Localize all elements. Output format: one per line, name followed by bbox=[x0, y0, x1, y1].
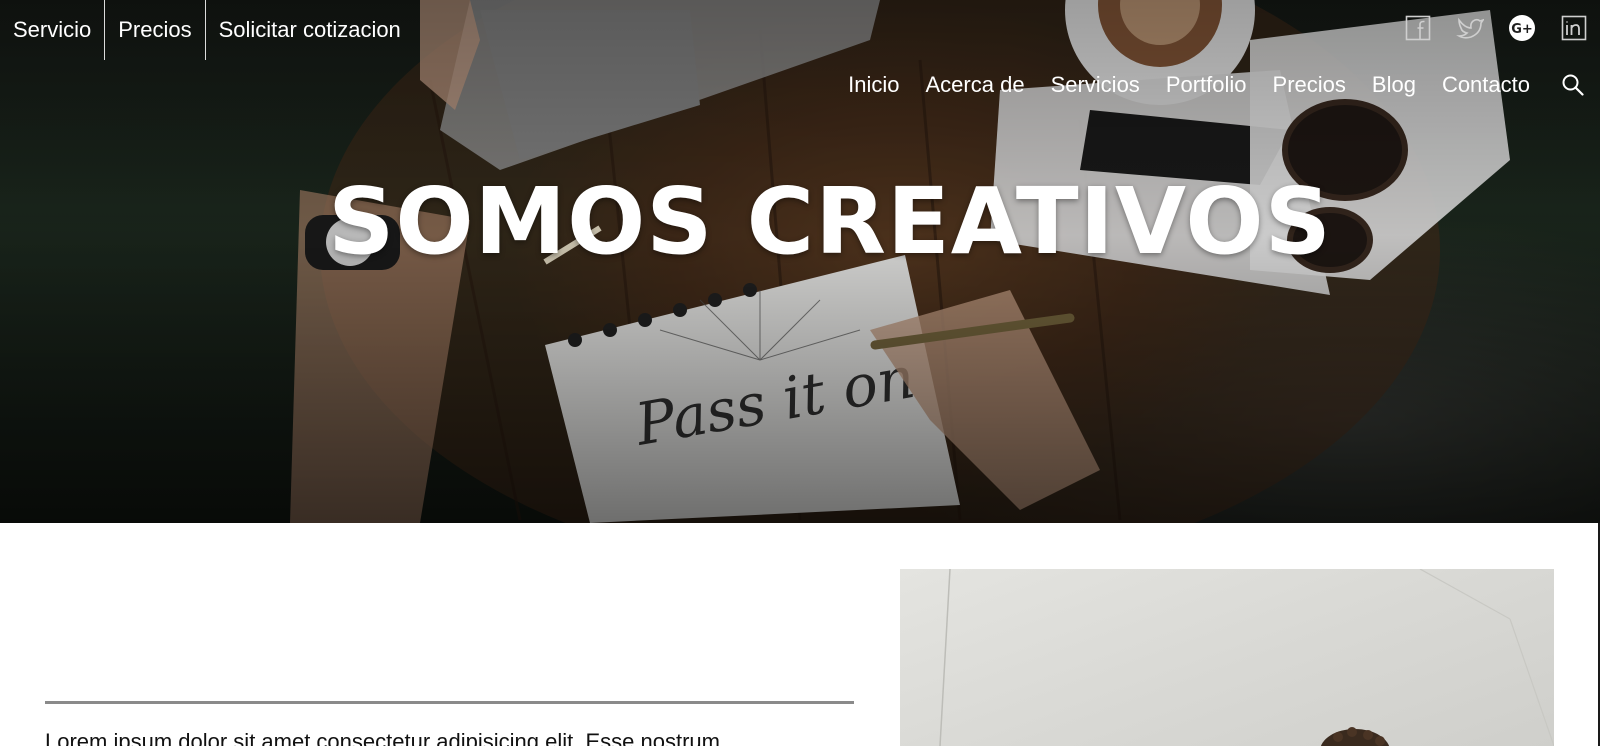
nav-link-precios[interactable]: Precios bbox=[1273, 72, 1346, 98]
twitter-icon[interactable] bbox=[1444, 12, 1496, 44]
nav-link-portfolio[interactable]: Portfolio bbox=[1166, 72, 1247, 98]
content-section: Lorem ipsum dolor sit amet consectetur a… bbox=[0, 523, 1600, 746]
nav-link-servicios[interactable]: Servicios bbox=[1051, 72, 1140, 98]
nav-link-blog[interactable]: Blog bbox=[1372, 72, 1416, 98]
search-icon[interactable] bbox=[1560, 72, 1586, 98]
main-nav: Inicio Acerca de Servicios Portfolio Pre… bbox=[848, 72, 1586, 98]
google-plus-icon[interactable]: G+ bbox=[1496, 12, 1548, 44]
section-divider bbox=[45, 701, 854, 704]
top-bar: Servicio Precios Solicitar cotizacion bbox=[0, 0, 414, 60]
social-links: G+ bbox=[1392, 12, 1600, 44]
nav-link-contacto[interactable]: Contacto bbox=[1442, 72, 1530, 98]
nav-link-inicio[interactable]: Inicio bbox=[848, 72, 899, 98]
nav-link-acerca-de[interactable]: Acerca de bbox=[926, 72, 1025, 98]
intro-paragraph: Lorem ipsum dolor sit amet consectetur a… bbox=[45, 729, 720, 746]
hero-headline: SOMOS CREATIVOS bbox=[328, 168, 1332, 275]
facebook-icon[interactable] bbox=[1392, 12, 1444, 44]
feature-image bbox=[900, 569, 1554, 746]
topbar-link-precios[interactable]: Precios bbox=[105, 0, 206, 60]
topbar-link-servicio[interactable]: Servicio bbox=[0, 0, 106, 60]
svg-text:G+: G+ bbox=[1511, 22, 1533, 37]
topbar-link-solicitar-cotizacion[interactable]: Solicitar cotizacion bbox=[206, 0, 414, 60]
hero-banner: Pass it on Servicio Precios Solicitar co… bbox=[0, 0, 1600, 523]
linkedin-icon[interactable] bbox=[1548, 12, 1600, 44]
